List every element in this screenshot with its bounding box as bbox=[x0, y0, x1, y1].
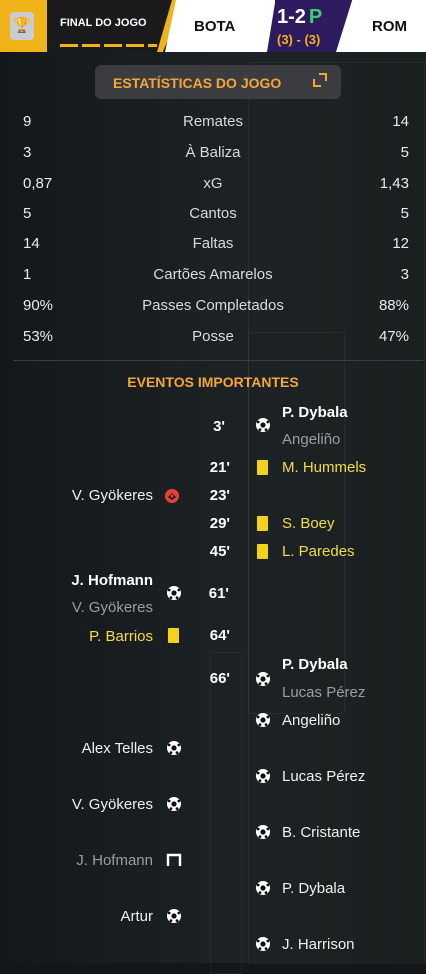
event-goal-scorer: J. Hofmann bbox=[71, 572, 153, 589]
event-booked-player: L. Paredes bbox=[282, 543, 355, 560]
stat-row-xg: 0,87 xG 1,43 bbox=[0, 175, 426, 195]
stat-label: Passes Completados bbox=[142, 297, 284, 314]
shootout-taker: B. Cristante bbox=[282, 824, 361, 841]
event-booked-player: M. Hummels bbox=[282, 459, 367, 476]
event-minute: 3' bbox=[213, 418, 225, 435]
yellow-card-icon bbox=[257, 460, 268, 475]
shootout-taker: Angeliño bbox=[282, 712, 341, 729]
goal-ball-icon bbox=[167, 586, 181, 600]
shootout-taker: J. Harrison bbox=[282, 936, 355, 953]
penalty-ball-icon bbox=[256, 713, 270, 727]
stat-away-value: 3 bbox=[400, 266, 409, 283]
stat-row-shots: 9 Remates 14 bbox=[0, 113, 426, 133]
penalty-ball-icon bbox=[167, 797, 181, 811]
match-status: FINAL DO JOGO bbox=[60, 17, 147, 29]
goal-ball-icon bbox=[256, 672, 270, 686]
goal-ball-icon bbox=[256, 418, 270, 432]
shootout-taker: V. Gyökeres bbox=[71, 796, 153, 813]
stat-away-value: 12 bbox=[392, 235, 409, 252]
stat-away-value: 14 bbox=[392, 113, 409, 130]
match-stats-label: ESTATÍSTICAS DO JOGO bbox=[113, 75, 282, 91]
penalty-score: (3) - (3) bbox=[277, 32, 321, 47]
match-stats-button[interactable]: ESTATÍSTICAS DO JOGO bbox=[95, 65, 341, 99]
event-goal-scorer: P. Dybala bbox=[282, 404, 348, 421]
status-underline bbox=[60, 44, 157, 47]
shootout-taker: Artur bbox=[120, 908, 153, 925]
score-value: 1-2 bbox=[277, 6, 306, 28]
shootout-miss-taker: J. Hofmann bbox=[76, 852, 153, 869]
stat-label: Posse bbox=[192, 328, 234, 345]
score: 1-2 P bbox=[277, 6, 322, 29]
shootout-taker: P. Dybala bbox=[282, 880, 346, 897]
event-minute: 64' bbox=[209, 627, 230, 644]
event-booked-player: S. Boey bbox=[282, 515, 335, 532]
stat-away-value: 47% bbox=[378, 328, 409, 345]
stat-away-value: 1,43 bbox=[379, 175, 409, 192]
expand-icon bbox=[313, 73, 327, 87]
event-assist: Angeliño bbox=[282, 431, 341, 448]
stat-label: xG bbox=[203, 175, 223, 192]
stat-label: Faltas bbox=[192, 235, 234, 252]
stat-row-possession: 53% Posse 47% bbox=[0, 328, 426, 348]
away-team-name: ROM bbox=[372, 18, 407, 35]
event-player-off: V. Gyökeres bbox=[71, 487, 153, 504]
stat-label: Cantos bbox=[189, 205, 237, 222]
event-minute: 23' bbox=[209, 487, 230, 504]
penalty-ball-icon bbox=[256, 825, 270, 839]
event-minute: 66' bbox=[209, 670, 230, 687]
penalty-ball-icon bbox=[167, 741, 181, 755]
missed-penalty-goal-icon bbox=[166, 853, 182, 866]
section-divider bbox=[13, 360, 423, 361]
home-team-name: BOTA bbox=[194, 18, 236, 35]
penalty-ball-icon bbox=[256, 937, 270, 951]
penalty-ball-icon bbox=[167, 909, 181, 923]
stat-row-yellow-cards: 1 Cartões Amarelos 3 bbox=[0, 266, 426, 286]
yellow-card-icon bbox=[257, 544, 268, 559]
trophy-icon: 🏆 bbox=[10, 12, 34, 40]
penalties-marker: P bbox=[308, 6, 323, 28]
stat-label: Cartões Amarelos bbox=[153, 266, 273, 283]
stat-row-passes: 90% Passes Completados 88% bbox=[0, 297, 426, 317]
shootout-taker: Alex Telles bbox=[81, 740, 153, 757]
event-minute: 29' bbox=[209, 515, 230, 532]
stat-row-fouls: 14 Faltas 12 bbox=[0, 235, 426, 255]
match-header: 🏆 FINAL DO JOGO BOTA 1-2 P (3) - (3) ROM bbox=[0, 0, 426, 52]
stat-away-value: 5 bbox=[400, 144, 409, 161]
stat-row-corners: 5 Cantos 5 bbox=[0, 205, 426, 225]
events-title: EVENTOS IMPORTANTES bbox=[127, 374, 299, 390]
penalty-ball-icon bbox=[256, 769, 270, 783]
stat-label: Remates bbox=[182, 113, 244, 130]
event-assist: Lucas Pérez bbox=[282, 684, 366, 701]
penalty-ball-icon bbox=[256, 881, 270, 895]
event-goal-scorer: P. Dybala bbox=[282, 656, 348, 673]
stat-label: À Baliza bbox=[185, 144, 241, 161]
stat-away-value: 5 bbox=[400, 205, 409, 222]
stat-away-value: 88% bbox=[378, 297, 409, 314]
yellow-card-icon bbox=[257, 516, 268, 531]
stat-row-on-target: 3 À Baliza 5 bbox=[0, 144, 426, 164]
shootout-taker: Lucas Pérez bbox=[282, 768, 366, 785]
event-booked-player: P. Barrios bbox=[89, 628, 153, 645]
injury-icon bbox=[165, 489, 179, 503]
yellow-card-icon bbox=[168, 628, 179, 643]
event-minute: 45' bbox=[209, 543, 230, 560]
event-assist: V. Gyökeres bbox=[71, 599, 153, 616]
event-minute: 21' bbox=[209, 459, 230, 476]
event-minute: 61' bbox=[208, 585, 229, 602]
